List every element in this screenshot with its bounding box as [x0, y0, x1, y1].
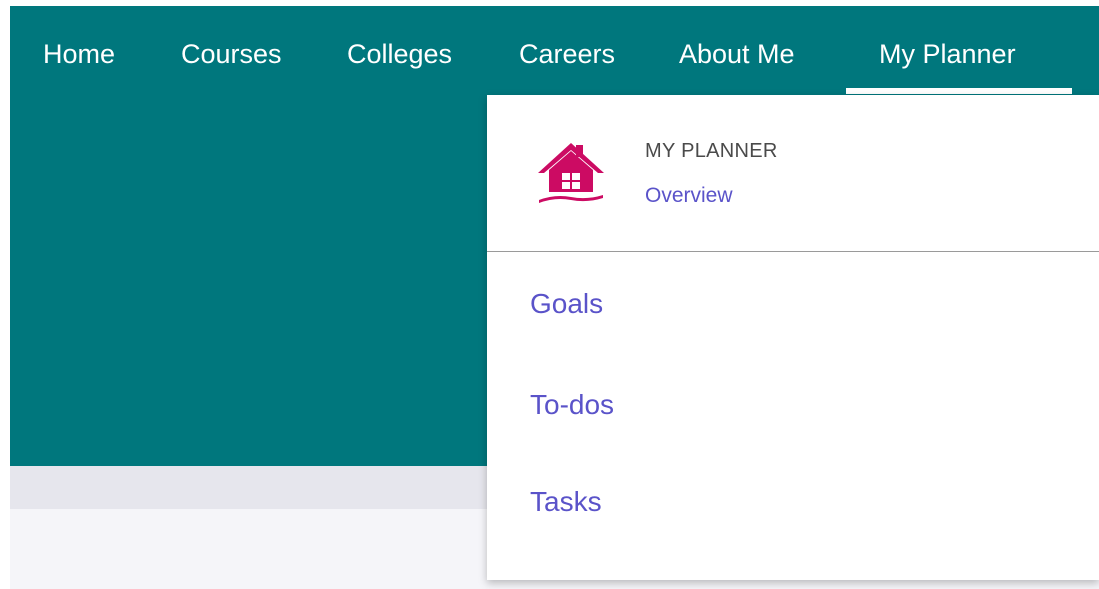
- nav-item-courses[interactable]: Courses: [181, 39, 282, 69]
- nav-item-my-planner[interactable]: My Planner: [879, 39, 1016, 69]
- page: Home Courses Colleges Careers About Me M…: [0, 0, 1099, 589]
- nav-active-indicator: [846, 88, 1072, 94]
- todos-link[interactable]: To-dos: [530, 389, 614, 421]
- overview-link[interactable]: Overview: [645, 184, 733, 208]
- dropdown-title: MY PLANNER: [645, 140, 778, 162]
- main-nav: Home Courses Colleges Careers About Me M…: [10, 6, 1099, 96]
- nav-item-colleges[interactable]: Colleges: [347, 39, 452, 69]
- house-icon: [538, 143, 604, 203]
- nav-item-about-me[interactable]: About Me: [679, 39, 795, 69]
- dropdown-header: MY PLANNER Overview: [487, 95, 1099, 252]
- goals-link[interactable]: Goals: [530, 288, 603, 320]
- tasks-link[interactable]: Tasks: [530, 486, 602, 518]
- nav-item-careers[interactable]: Careers: [519, 39, 615, 69]
- nav-item-home[interactable]: Home: [43, 39, 115, 69]
- my-planner-dropdown: MY PLANNER Overview Goals To-dos Tasks: [487, 95, 1099, 580]
